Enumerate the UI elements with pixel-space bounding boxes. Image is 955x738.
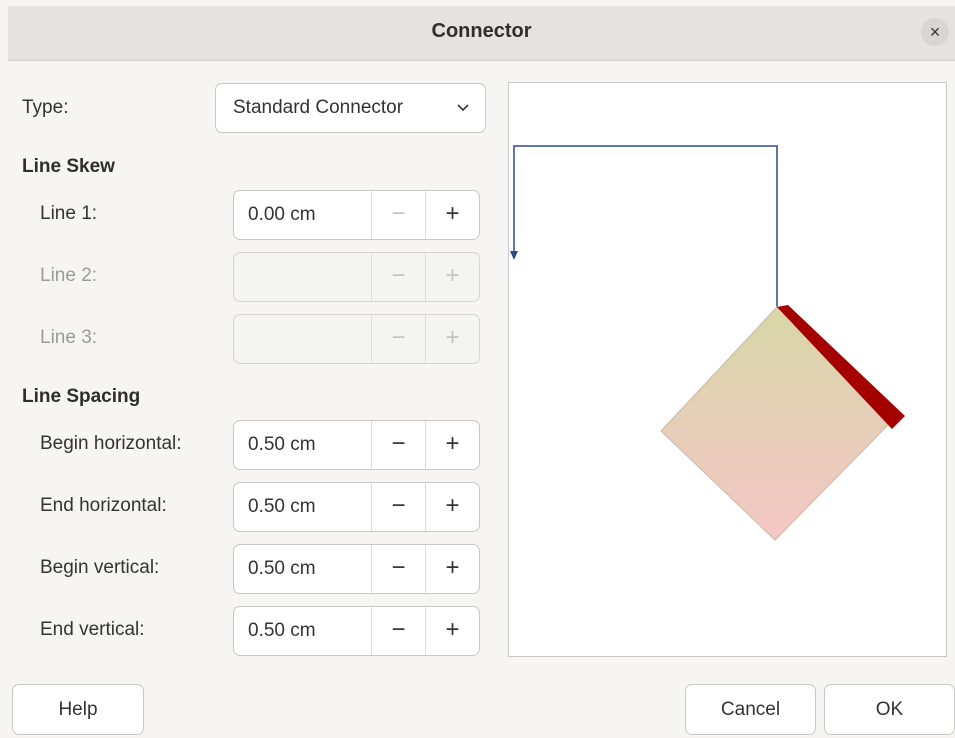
end-vertical-stepper[interactable]: 0.50 cm − + — [233, 606, 480, 656]
help-button[interactable]: Help — [12, 684, 144, 735]
type-dropdown[interactable]: Standard Connector — [215, 83, 486, 133]
ok-button[interactable]: OK — [824, 684, 955, 735]
title-bar: Connector × — [8, 6, 955, 61]
end-vertical-increment-button[interactable]: + — [425, 607, 479, 655]
begin-vertical-value[interactable]: 0.50 cm — [248, 545, 316, 593]
begin-horizontal-value[interactable]: 0.50 cm — [248, 421, 316, 469]
line-1-stepper[interactable]: 0.00 cm − + — [233, 190, 480, 240]
begin-horizontal-decrement-button[interactable]: − — [371, 421, 425, 469]
begin-vertical-label: Begin vertical: — [40, 557, 160, 578]
chevron-down-icon — [457, 104, 469, 112]
end-horizontal-increment-button[interactable]: + — [425, 483, 479, 531]
line-3-label: Line 3: — [40, 327, 98, 348]
end-horizontal-stepper[interactable]: 0.50 cm − + — [233, 482, 480, 532]
line-2-increment-button[interactable]: + — [425, 253, 479, 301]
connector-line — [510, 145, 781, 320]
begin-vertical-stepper[interactable]: 0.50 cm − + — [233, 544, 480, 594]
connector-preview — [508, 82, 947, 657]
end-vertical-label: End vertical: — [40, 619, 145, 640]
dialog-title: Connector — [431, 20, 532, 42]
close-icon[interactable]: × — [921, 18, 949, 46]
end-vertical-decrement-button[interactable]: − — [371, 607, 425, 655]
end-horizontal-label: End horizontal: — [40, 495, 167, 516]
connector-dialog: Connector × Type: Standard Connector Lin… — [0, 0, 955, 738]
line-1-decrement-button[interactable]: − — [371, 191, 425, 239]
line-2-decrement-button[interactable]: − — [371, 253, 425, 301]
begin-vertical-increment-button[interactable]: + — [425, 545, 479, 593]
begin-horizontal-increment-button[interactable]: + — [425, 421, 479, 469]
line-1-value[interactable]: 0.00 cm — [248, 191, 316, 239]
line-3-increment-button[interactable]: + — [425, 315, 479, 363]
type-label: Type: — [22, 97, 69, 118]
end-horizontal-decrement-button[interactable]: − — [371, 483, 425, 531]
line-1-increment-button[interactable]: + — [425, 191, 479, 239]
cancel-button[interactable]: Cancel — [685, 684, 816, 735]
type-dropdown-value: Standard Connector — [233, 97, 404, 118]
line-3-decrement-button[interactable]: − — [371, 315, 425, 363]
line-skew-heading: Line Skew — [22, 156, 115, 177]
diamond-shape — [660, 305, 905, 541]
line-2-stepper[interactable]: − + — [233, 252, 480, 302]
line-3-stepper[interactable]: − + — [233, 314, 480, 364]
preview-canvas — [510, 145, 905, 541]
end-vertical-value[interactable]: 0.50 cm — [248, 607, 316, 655]
line-2-label: Line 2: — [40, 265, 98, 286]
end-horizontal-value[interactable]: 0.50 cm — [248, 483, 316, 531]
begin-horizontal-stepper[interactable]: 0.50 cm − + — [233, 420, 480, 470]
begin-horizontal-label: Begin horizontal: — [40, 433, 182, 454]
line-1-label: Line 1: — [40, 203, 98, 224]
arrowhead-left — [510, 251, 518, 260]
begin-vertical-decrement-button[interactable]: − — [371, 545, 425, 593]
line-spacing-heading: Line Spacing — [22, 386, 141, 407]
